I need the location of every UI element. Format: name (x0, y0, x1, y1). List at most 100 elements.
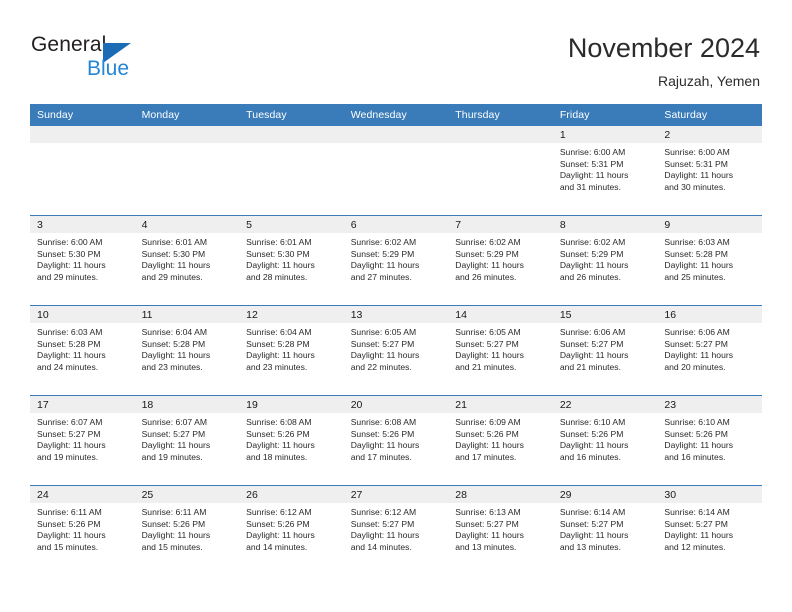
sunset-time: Sunset: 5:27 PM (455, 518, 519, 529)
daylight-duration-line1: Daylight: 11 hours (246, 260, 315, 271)
sunset-time: Sunset: 5:27 PM (350, 518, 415, 529)
daylight-duration-line1: Daylight: 11 hours (455, 530, 524, 541)
daylight-duration-line1: Daylight: 11 hours (350, 440, 420, 451)
sunrise-time: Sunrise: 6:09 AM (455, 417, 521, 427)
day-number: 5 (239, 216, 344, 233)
daylight-duration-line2: and 18 minutes. (246, 451, 308, 462)
day-details: Sunrise: 6:04 AM Sunset: 5:28 PM Daylight:… (135, 323, 240, 373)
day-details: Sunrise: 6:11 AM Sunset: 5:26 PM Daylight:… (135, 503, 240, 553)
sunset-time: Sunset: 5:30 PM (141, 248, 206, 259)
day-details: Sunrise: 6:03 AM Sunset: 5:28 PM Daylight:… (657, 233, 762, 283)
day-number: 14 (448, 306, 553, 323)
sunset-time: Sunset: 5:31 PM (559, 158, 624, 169)
calendar-day-cell-empty (343, 126, 449, 216)
calendar-day-cell[interactable]: 5 Sunrise: 6:01 AM Sunset: 5:30 PM Daylight… (239, 215, 344, 306)
calendar-day-cell[interactable]: 17 Sunrise: 6:07 AM Sunset: 5:27 PM Dayligh… (30, 395, 135, 486)
calendar-day-cell-empty (134, 126, 240, 216)
day-details: Sunrise: 6:02 AM Sunset: 5:29 PM Daylight:… (553, 233, 658, 283)
day-details: Sunrise: 6:00 AM Sunset: 5:31 PM Daylight:… (657, 143, 762, 193)
daylight-duration-line2: and 15 minutes. (141, 541, 203, 552)
sunset-time: Sunset: 5:26 PM (246, 518, 310, 529)
sunrise-time: Sunrise: 6:03 AM (664, 237, 730, 247)
sunset-time: Sunset: 5:28 PM (664, 248, 728, 259)
sunset-time: Sunset: 5:29 PM (559, 248, 624, 259)
calendar-day-cell[interactable]: 11 Sunrise: 6:04 AM Sunset: 5:28 PM Dayligh… (134, 305, 240, 396)
calendar-day-cell[interactable]: 15 Sunrise: 6:06 AM Sunset: 5:27 PM Dayligh… (552, 305, 658, 396)
daylight-duration-line1: Daylight: 11 hours (246, 440, 315, 451)
daylight-duration-line2: and 19 minutes. (37, 451, 99, 462)
calendar-day-cell[interactable]: 26 Sunrise: 6:12 AM Sunset: 5:26 PM Dayligh… (239, 485, 344, 575)
daylight-duration-line2: and 25 minutes. (664, 271, 726, 282)
sunrise-time: Sunrise: 6:12 AM (350, 507, 417, 517)
calendar-day-cell[interactable]: 21 Sunrise: 6:09 AM Sunset: 5:26 PM Dayligh… (448, 395, 553, 486)
daylight-duration-line1: Daylight: 11 hours (141, 260, 211, 271)
day-number: 19 (239, 396, 344, 413)
sunrise-time: Sunrise: 6:06 AM (664, 327, 730, 337)
calendar-day-cell[interactable]: 1 Sunrise: 6:00 AM Sunset: 5:31 PM Daylight… (552, 126, 658, 216)
sunrise-time: Sunrise: 6:08 AM (246, 417, 312, 427)
calendar-day-cell[interactable]: 22 Sunrise: 6:10 AM Sunset: 5:26 PM Dayligh… (552, 395, 658, 486)
generalblue-logo[interactable]: General Blue (31, 33, 251, 83)
day-number: 21 (448, 396, 553, 413)
daylight-duration-line1: Daylight: 11 hours (559, 440, 629, 451)
day-number (30, 126, 135, 143)
daylight-duration-line2: and 13 minutes. (559, 541, 621, 552)
calendar-day-cell[interactable]: 4 Sunrise: 6:01 AM Sunset: 5:30 PM Daylight… (134, 215, 240, 306)
sunset-time: Sunset: 5:26 PM (141, 518, 206, 529)
daylight-duration-line2: and 14 minutes. (246, 541, 308, 552)
calendar-day-cell[interactable]: 29 Sunrise: 6:14 AM Sunset: 5:27 PM Dayligh… (552, 485, 658, 575)
day-details: Sunrise: 6:10 AM Sunset: 5:26 PM Daylight:… (657, 413, 762, 463)
daylight-duration-line1: Daylight: 11 hours (37, 350, 106, 361)
sunrise-time: Sunrise: 6:02 AM (559, 237, 626, 247)
page-header: General Blue November 2024 Rajuzah, Yeme… (0, 0, 792, 104)
day-number: 7 (448, 216, 553, 233)
day-number: 17 (30, 396, 135, 413)
day-number: 3 (30, 216, 135, 233)
day-details: Sunrise: 6:02 AM Sunset: 5:29 PM Daylight:… (344, 233, 449, 283)
calendar-day-cell[interactable]: 19 Sunrise: 6:08 AM Sunset: 5:26 PM Dayligh… (239, 395, 344, 486)
sunset-time: Sunset: 5:26 PM (350, 428, 415, 439)
day-number: 18 (134, 396, 240, 413)
calendar-day-cell[interactable]: 3 Sunrise: 6:00 AM Sunset: 5:30 PM Daylight… (30, 215, 135, 306)
calendar-day-cell[interactable]: 2 Sunrise: 6:00 AM Sunset: 5:31 PM Daylight… (657, 126, 762, 216)
calendar-day-cell[interactable]: 18 Sunrise: 6:07 AM Sunset: 5:27 PM Dayligh… (134, 395, 240, 486)
daylight-duration-line1: Daylight: 11 hours (455, 440, 524, 451)
day-number: 12 (239, 306, 344, 323)
calendar-day-cell[interactable]: 10 Sunrise: 6:03 AM Sunset: 5:28 PM Dayligh… (30, 305, 135, 396)
calendar-day-cell[interactable]: 7 Sunrise: 6:02 AM Sunset: 5:29 PM Daylight… (448, 215, 553, 306)
sunrise-time: Sunrise: 6:11 AM (141, 507, 207, 517)
day-number: 15 (552, 306, 658, 323)
daylight-duration-line2: and 16 minutes. (559, 451, 621, 462)
daylight-duration-line2: and 20 minutes. (664, 361, 726, 372)
day-details: Sunrise: 6:12 AM Sunset: 5:26 PM Daylight:… (239, 503, 344, 553)
calendar-day-cell[interactable]: 13 Sunrise: 6:05 AM Sunset: 5:27 PM Dayligh… (343, 305, 449, 396)
calendar-day-cell[interactable]: 20 Sunrise: 6:08 AM Sunset: 5:26 PM Dayligh… (343, 395, 449, 486)
calendar-day-cell[interactable]: 24 Sunrise: 6:11 AM Sunset: 5:26 PM Dayligh… (30, 485, 135, 575)
calendar-day-cell[interactable]: 6 Sunrise: 6:02 AM Sunset: 5:29 PM Daylight… (343, 215, 449, 306)
calendar-day-cell[interactable]: 28 Sunrise: 6:13 AM Sunset: 5:27 PM Dayligh… (448, 485, 553, 575)
calendar-day-cell[interactable]: 16 Sunrise: 6:06 AM Sunset: 5:27 PM Dayligh… (657, 305, 762, 396)
calendar-day-cell[interactable]: 23 Sunrise: 6:10 AM Sunset: 5:26 PM Dayligh… (657, 395, 762, 486)
daylight-duration-line1: Daylight: 11 hours (141, 440, 211, 451)
daylight-duration-line1: Daylight: 11 hours (246, 530, 315, 541)
calendar-day-cell[interactable]: 14 Sunrise: 6:05 AM Sunset: 5:27 PM Dayligh… (448, 305, 553, 396)
sunrise-time: Sunrise: 6:10 AM (559, 417, 626, 427)
page-title: November 2024 (567, 33, 760, 63)
calendar-day-cell[interactable]: 12 Sunrise: 6:04 AM Sunset: 5:28 PM Dayligh… (239, 305, 344, 396)
calendar-day-cell[interactable]: 8 Sunrise: 6:02 AM Sunset: 5:29 PM Daylight… (552, 215, 658, 306)
calendar-day-cell[interactable]: 30 Sunrise: 6:14 AM Sunset: 5:27 PM Dayligh… (657, 485, 762, 575)
calendar-week-row: 24 Sunrise: 6:11 AM Sunset: 5:26 PM Dayligh… (30, 485, 762, 575)
day-details: Sunrise: 6:06 AM Sunset: 5:27 PM Daylight:… (657, 323, 762, 373)
weekday-header-sunday: Sunday (30, 104, 135, 126)
day-details: Sunrise: 6:11 AM Sunset: 5:26 PM Daylight:… (30, 503, 135, 553)
day-details: Sunrise: 6:02 AM Sunset: 5:29 PM Daylight:… (448, 233, 553, 283)
calendar-day-cell[interactable]: 9 Sunrise: 6:03 AM Sunset: 5:28 PM Daylight… (657, 215, 762, 306)
calendar-day-cell[interactable]: 25 Sunrise: 6:11 AM Sunset: 5:26 PM Dayligh… (134, 485, 240, 575)
calendar-day-cell[interactable]: 27 Sunrise: 6:12 AM Sunset: 5:27 PM Dayligh… (343, 485, 449, 575)
daylight-duration-line1: Daylight: 11 hours (37, 260, 106, 271)
day-details: Sunrise: 6:01 AM Sunset: 5:30 PM Daylight:… (135, 233, 240, 283)
day-number: 11 (134, 306, 240, 323)
day-details: Sunrise: 6:08 AM Sunset: 5:26 PM Daylight:… (344, 413, 449, 463)
sunset-time: Sunset: 5:30 PM (37, 248, 101, 259)
sunrise-time: Sunrise: 6:07 AM (37, 417, 103, 427)
